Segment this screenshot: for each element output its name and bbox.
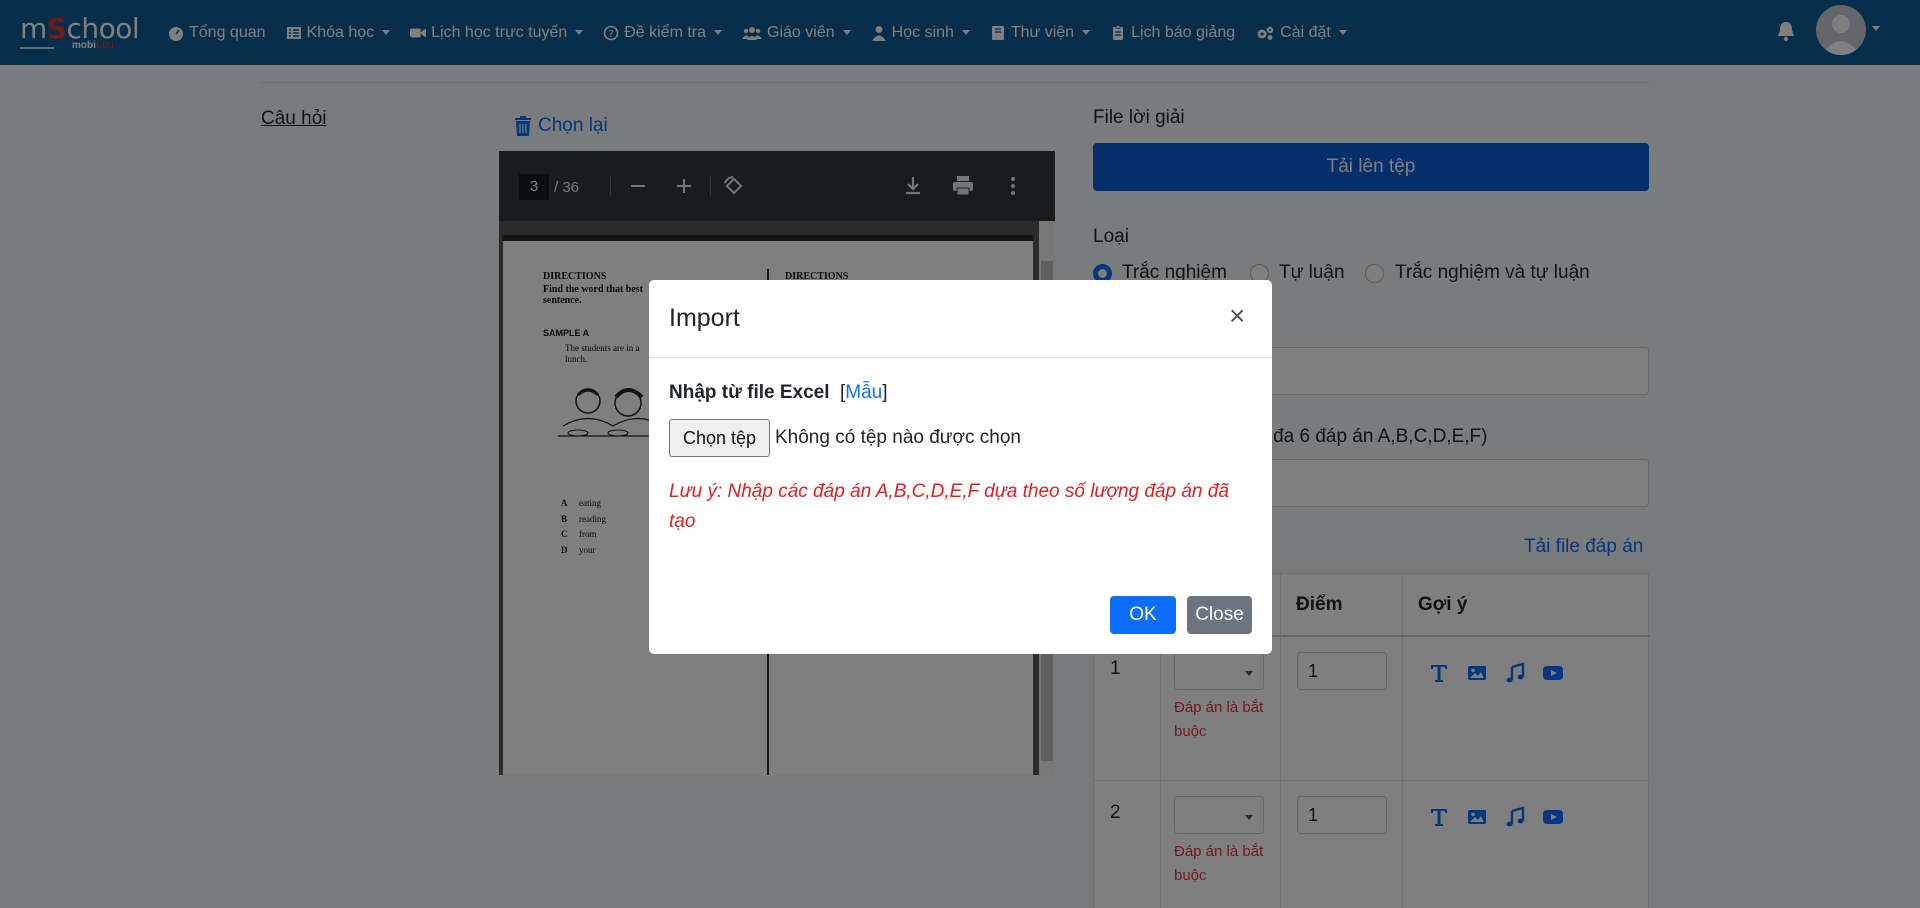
file-status-text: Không có tệp nào được chọn (775, 427, 1021, 448)
choose-file-button[interactable]: Chọn tệp (669, 419, 770, 457)
close-button[interactable]: Close (1187, 596, 1252, 634)
modal-title: Import (669, 304, 740, 332)
template-link[interactable]: Mẫu (845, 382, 882, 403)
import-modal: Import × Nhập từ file Excel [Mẫu] Chọn t… (649, 280, 1272, 654)
import-note: Lưu ý: Nhập các đáp án A,B,C,D,E,F dựa t… (669, 481, 1229, 532)
template-link-wrapper: [Mẫu] (840, 382, 888, 403)
ok-button[interactable]: OK (1110, 596, 1176, 634)
import-excel-heading: Nhập từ file Excel (669, 382, 830, 403)
close-icon[interactable]: × (1229, 302, 1245, 330)
